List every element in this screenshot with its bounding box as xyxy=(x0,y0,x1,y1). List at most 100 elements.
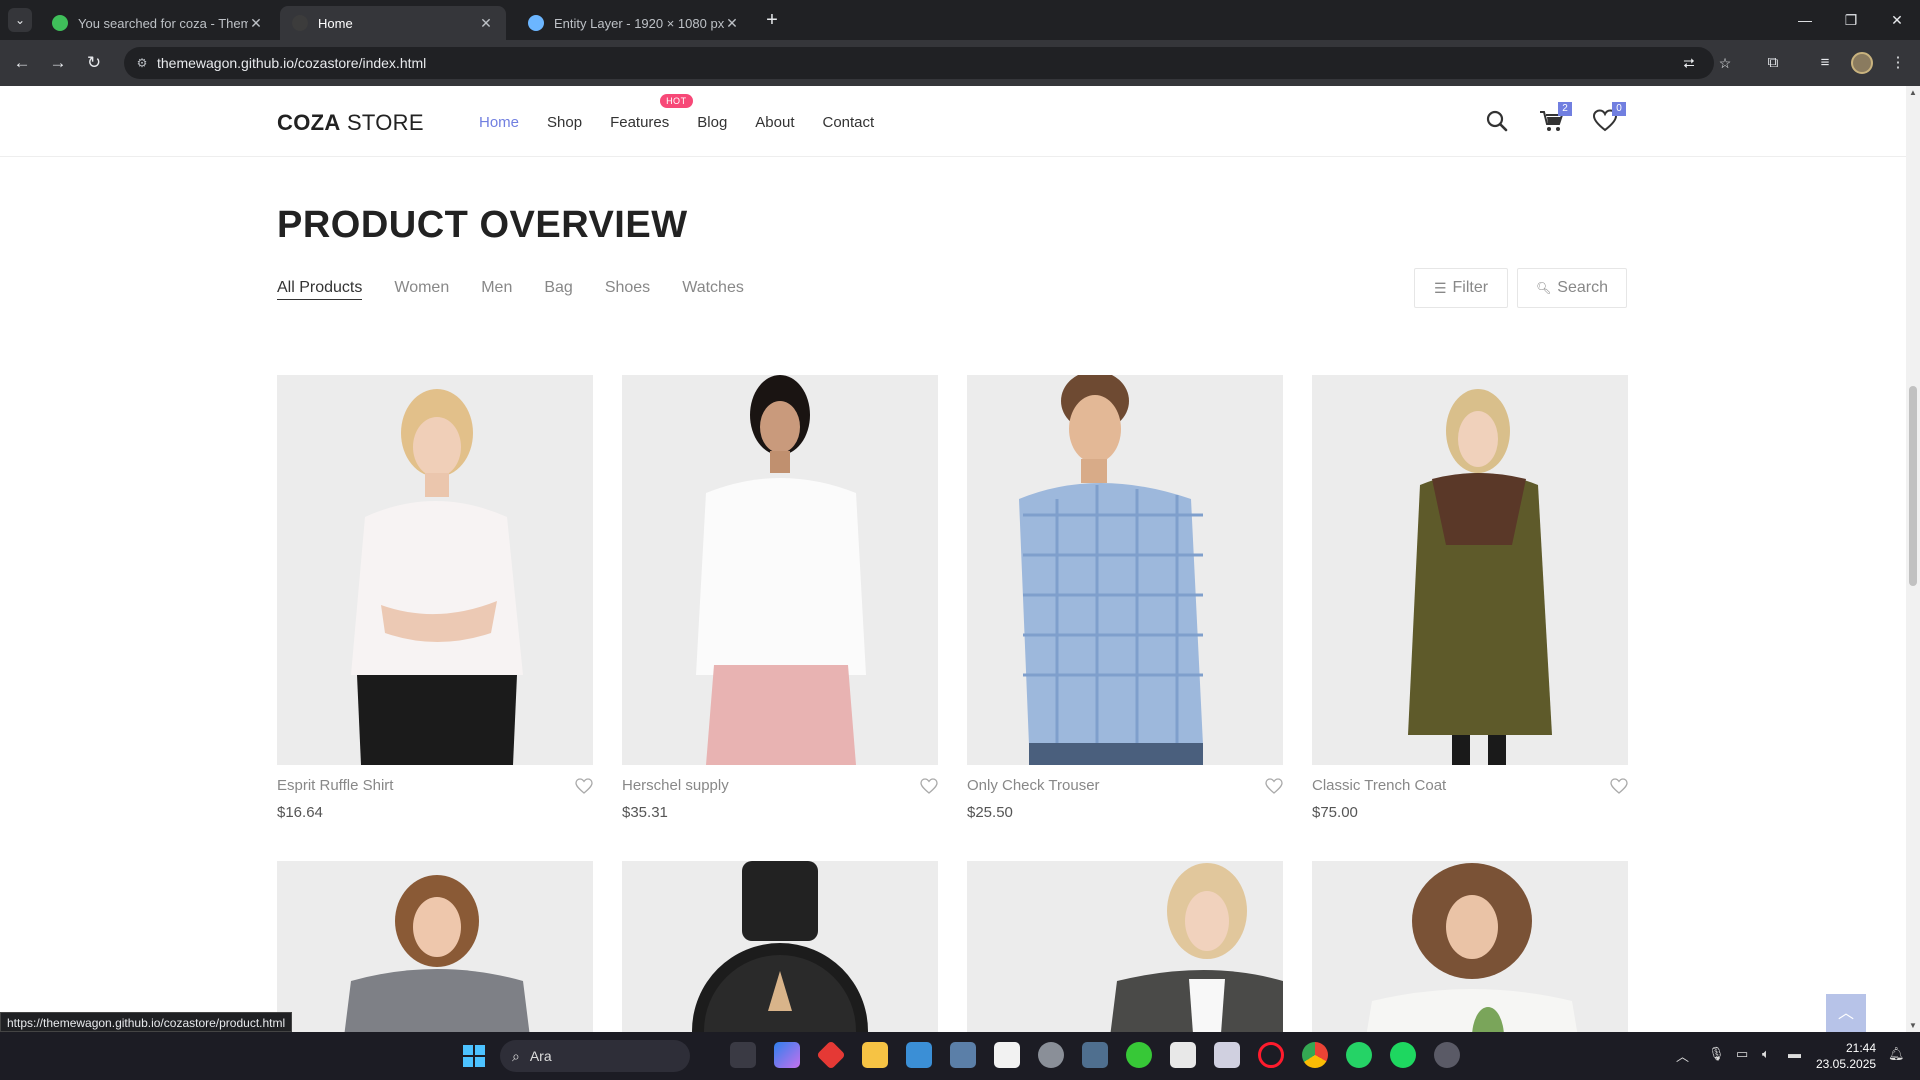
browser-tab-home[interactable]: Home ✕ xyxy=(280,6,506,40)
task-view-icon[interactable] xyxy=(730,1042,756,1068)
search-icon[interactable] xyxy=(1484,108,1510,134)
extensions-puzzle-icon[interactable]: ⧉ xyxy=(1761,51,1785,75)
chevron-up-icon: ︿ xyxy=(1837,1005,1854,1022)
app-window-icon[interactable] xyxy=(1082,1042,1108,1068)
whatsapp-icon[interactable] xyxy=(1346,1042,1372,1068)
filter-all-products[interactable]: All Products xyxy=(277,279,363,300)
bookmark-star-icon[interactable]: ☆ xyxy=(1716,54,1734,72)
settings-gear-icon[interactable] xyxy=(1038,1042,1064,1068)
control-panel-icon[interactable] xyxy=(906,1042,932,1068)
microsoft-store-icon[interactable] xyxy=(994,1042,1020,1068)
close-tab-icon[interactable]: ✕ xyxy=(478,15,494,32)
product-image[interactable] xyxy=(622,375,938,765)
back-arrow-icon[interactable]: ← xyxy=(10,51,34,75)
copilot-icon[interactable] xyxy=(774,1042,800,1068)
add-to-wishlist-heart-icon[interactable] xyxy=(1265,778,1283,794)
media-controls-icon[interactable]: ≡ xyxy=(1813,51,1837,75)
browser-menu-kebab-icon[interactable]: ⋮ xyxy=(1886,51,1910,75)
product-name[interactable]: Only Check Trouser xyxy=(967,777,1100,794)
spotify-icon[interactable] xyxy=(1390,1042,1416,1068)
browser-tab-entity-layer[interactable]: Entity Layer - 1920 × 1080 px ✕ xyxy=(516,6,752,40)
app-circle-icon[interactable] xyxy=(1434,1042,1460,1068)
duolingo-icon[interactable] xyxy=(1126,1042,1152,1068)
taskbar-search-box[interactable]: ⌕ Ara xyxy=(500,1040,690,1072)
product-image[interactable] xyxy=(967,375,1283,765)
chrome-icon[interactable] xyxy=(1302,1042,1328,1068)
product-name[interactable]: Classic Trench Coat xyxy=(1312,777,1446,794)
filter-bag[interactable]: Bag xyxy=(544,279,572,300)
product-image[interactable] xyxy=(967,861,1283,1032)
volume-icon[interactable]: 🔈︎ xyxy=(1762,1046,1770,1062)
product-card: Herschel supply $35.31 xyxy=(622,375,938,821)
menu-item-blog[interactable]: Blog xyxy=(697,114,727,131)
filter-men[interactable]: Men xyxy=(481,279,512,300)
scroll-down-arrow-icon[interactable]: ▼ xyxy=(1909,1021,1917,1030)
scrollbar-thumb[interactable] xyxy=(1909,386,1917,586)
site-info-icon[interactable]: ⚙ xyxy=(134,55,150,71)
back-to-top-button[interactable]: ︿ xyxy=(1826,994,1866,1032)
battery-icon[interactable]: ▬ xyxy=(1788,1046,1801,1061)
filter-button[interactable]: ☰ Filter xyxy=(1414,268,1508,308)
address-url[interactable]: themewagon.github.io/cozastore/index.htm… xyxy=(157,55,426,71)
add-to-wishlist-heart-icon[interactable] xyxy=(575,778,593,794)
add-to-wishlist-heart-icon[interactable] xyxy=(920,778,938,794)
notifications-bell-icon[interactable]: 🔔︎ xyxy=(1888,1046,1905,1062)
app-document-icon[interactable] xyxy=(1214,1042,1240,1068)
windows-start-icon[interactable] xyxy=(462,1044,486,1068)
browser-toolbar: ← → ↻ ⚙ themewagon.github.io/cozastore/i… xyxy=(0,40,1920,86)
cart-icon[interactable]: 2 xyxy=(1538,102,1572,134)
minimize-window-icon[interactable]: — xyxy=(1782,0,1828,40)
filter-button-label: Filter xyxy=(1452,279,1489,296)
add-to-wishlist-heart-icon[interactable] xyxy=(1610,778,1628,794)
browser-tab-coza-search[interactable]: You searched for coza - Themew ✕ xyxy=(40,6,276,40)
menu-item-home[interactable]: Home xyxy=(479,114,519,131)
product-card xyxy=(967,861,1283,1032)
product-image[interactable] xyxy=(1312,861,1628,1032)
menu-item-features[interactable]: Features HOT xyxy=(610,94,693,131)
close-tab-icon[interactable]: ✕ xyxy=(724,15,740,32)
menu-item-contact[interactable]: Contact xyxy=(823,114,875,131)
app-cat-icon[interactable] xyxy=(1170,1042,1196,1068)
product-image[interactable] xyxy=(1312,375,1628,765)
filter-women[interactable]: Women xyxy=(394,279,449,300)
file-explorer-icon[interactable] xyxy=(862,1042,888,1068)
site-logo[interactable]: COZA STORE xyxy=(277,110,424,136)
product-image[interactable] xyxy=(277,861,593,1032)
page-scrollbar[interactable]: ▲ ▼ xyxy=(1906,86,1920,1032)
profile-avatar[interactable] xyxy=(1851,52,1873,74)
scroll-up-arrow-icon[interactable]: ▲ xyxy=(1909,88,1917,97)
microphone-icon[interactable]: 🎙︎ xyxy=(1708,1046,1725,1062)
product-name[interactable]: Esprit Ruffle Shirt xyxy=(277,777,393,794)
filter-watches[interactable]: Watches xyxy=(682,279,744,300)
search-icon: ⌕ xyxy=(512,1047,520,1064)
taskbar-clock[interactable]: 21:44 23.05.2025 xyxy=(1816,1040,1876,1072)
product-image[interactable] xyxy=(277,375,593,765)
photos-icon[interactable] xyxy=(950,1042,976,1068)
close-window-icon[interactable]: ✕ xyxy=(1874,0,1920,40)
product-card: Esprit Ruffle Shirt $16.64 xyxy=(277,375,593,821)
translate-icon[interactable]: ⮂ xyxy=(1680,54,1698,72)
app-diamond-icon[interactable] xyxy=(816,1040,846,1070)
close-tab-icon[interactable]: ✕ xyxy=(248,15,264,32)
product-card xyxy=(1312,861,1628,1032)
menu-item-about[interactable]: About xyxy=(755,114,794,131)
product-name[interactable]: Herschel supply xyxy=(622,777,729,794)
new-tab-plus-icon[interactable]: + xyxy=(760,8,784,32)
product-card: Classic Trench Coat $75.00 xyxy=(1312,375,1628,821)
product-image[interactable] xyxy=(622,861,938,1032)
product-photo-plaid-blazer xyxy=(967,861,1283,1032)
filter-shoes[interactable]: Shoes xyxy=(605,279,650,300)
link-status-bubble: https://themewagon.github.io/cozastore/p… xyxy=(0,1012,293,1032)
menu-item-shop[interactable]: Shop xyxy=(547,114,582,131)
network-icon[interactable]: ▭ xyxy=(1736,1046,1748,1062)
reload-icon[interactable]: ↻ xyxy=(82,51,106,75)
wishlist-heart-icon[interactable]: 0 xyxy=(1592,102,1626,134)
product-price: $35.31 xyxy=(622,804,668,821)
restore-window-icon[interactable]: ❐ xyxy=(1828,0,1874,40)
forward-arrow-icon[interactable]: → xyxy=(46,51,70,75)
address-bar[interactable]: ⚙ themewagon.github.io/cozastore/index.h… xyxy=(124,47,1731,79)
opera-icon[interactable] xyxy=(1258,1042,1284,1068)
tab-search-menu-icon[interactable]: ⌄ xyxy=(8,8,32,32)
tray-overflow-chevron-icon[interactable]: ︿ xyxy=(1676,1046,1689,1065)
search-toggle-button[interactable]: 🔍︎ Search xyxy=(1517,268,1627,308)
